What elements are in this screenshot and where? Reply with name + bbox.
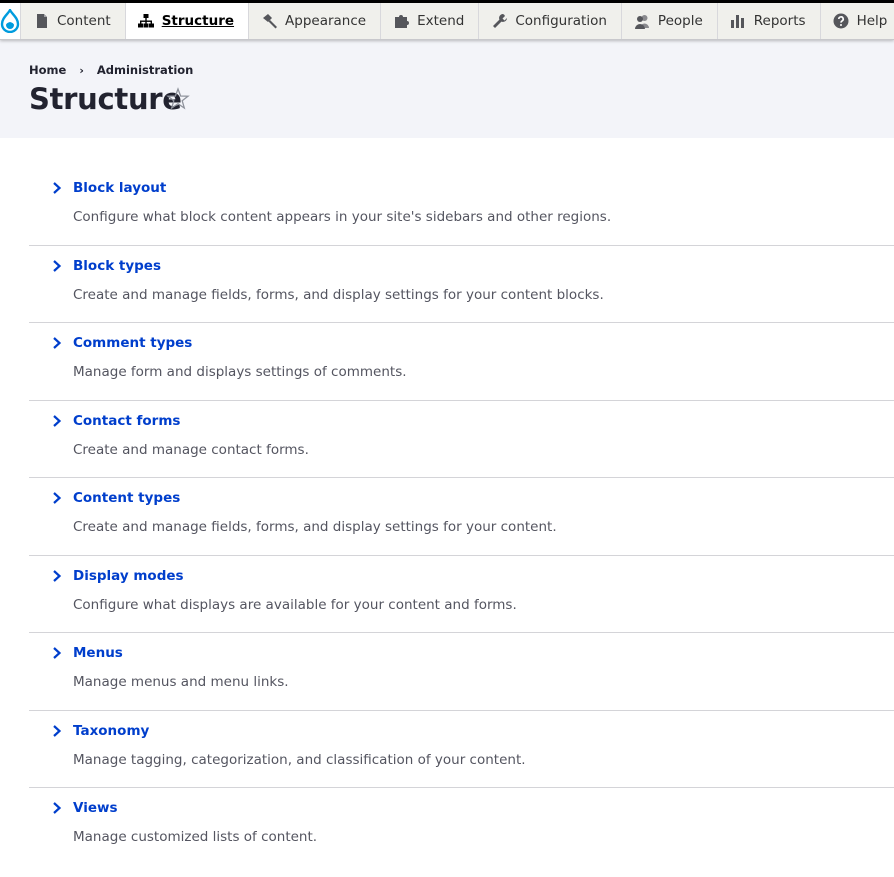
- chevron-right-icon: [53, 182, 62, 194]
- tab-appearance[interactable]: Appearance: [249, 3, 382, 39]
- tab-configuration[interactable]: Configuration: [479, 3, 622, 39]
- tab-content[interactable]: Content: [21, 3, 126, 39]
- list-item: Taxonomy Manage tagging, categorization,…: [29, 711, 894, 788]
- list-item-description: Create and manage fields, forms, and dis…: [73, 519, 557, 535]
- admin-list: Block layout Configure what block conten…: [29, 168, 894, 865]
- tab-reports[interactable]: Reports: [717, 3, 821, 39]
- chevron-right-icon: [53, 724, 62, 737]
- taxonomy-link[interactable]: Taxonomy: [73, 723, 149, 739]
- people-icon: [634, 13, 651, 30]
- list-item: Content types Create and manage fields, …: [29, 478, 894, 556]
- page-title: Structure: [29, 82, 182, 116]
- chevron-right-icon: [53, 337, 62, 349]
- breadcrumb-separator-icon: ›: [79, 63, 84, 77]
- chevron-right-icon: [53, 647, 62, 659]
- tab-appearance-label: Appearance: [285, 13, 367, 29]
- bar-chart-icon: [730, 13, 747, 30]
- chevron-right-icon: [53, 259, 62, 272]
- contact-forms-link[interactable]: Contact forms: [73, 413, 180, 429]
- tab-extend[interactable]: Extend: [381, 3, 480, 39]
- comment-types-link[interactable]: Comment types: [73, 335, 192, 351]
- list-item-description: Manage form and displays settings of com…: [73, 364, 407, 380]
- content-types-link[interactable]: Content types: [73, 490, 180, 506]
- tab-structure-label: Structure: [161, 13, 235, 29]
- breadcrumb-home-link[interactable]: Home: [29, 63, 66, 77]
- page-header: Home › Administration Structure: [0, 40, 894, 138]
- shortcut-star-icon[interactable]: [166, 87, 190, 111]
- block-layout-link[interactable]: Block layout: [73, 180, 166, 196]
- chevron-right-icon: [53, 492, 62, 504]
- sitemap-icon: [138, 13, 155, 30]
- block-types-link[interactable]: Block types: [73, 258, 161, 274]
- file-icon: [33, 13, 50, 30]
- help-icon: [833, 13, 850, 30]
- menus-link[interactable]: Menus: [73, 645, 123, 661]
- list-item-description: Manage customized lists of content.: [73, 829, 318, 845]
- list-item-description: Create and manage fields, forms, and dis…: [73, 286, 604, 303]
- list-item-description: Create and manage contact forms.: [73, 441, 309, 458]
- chevron-right-icon: [53, 569, 62, 582]
- list-item-description: Manage tagging, categorization, and clas…: [73, 751, 526, 768]
- list-item-description: Manage menus and menu links.: [73, 674, 289, 690]
- tab-configuration-label: Configuration: [515, 13, 607, 29]
- tab-help-label: Help: [856, 13, 888, 29]
- home-logo-button[interactable]: [0, 3, 21, 39]
- chevron-right-icon: [53, 802, 62, 814]
- views-link[interactable]: Views: [73, 800, 118, 816]
- list-item-description: Configure what displays are available fo…: [73, 596, 517, 613]
- tab-reports-label: Reports: [753, 13, 806, 29]
- list-item: Views Manage customized lists of content…: [29, 788, 894, 865]
- breadcrumb-administration-link[interactable]: Administration: [97, 63, 194, 77]
- tab-structure[interactable]: Structure: [125, 3, 250, 39]
- list-item: Menus Manage menus and menu links.: [29, 633, 894, 711]
- tab-help[interactable]: Help: [820, 3, 894, 39]
- paintbrush-icon: [261, 13, 278, 30]
- chevron-right-icon: [53, 414, 62, 427]
- list-item: Block types Create and manage fields, fo…: [29, 246, 894, 323]
- tab-people-label: People: [657, 13, 703, 29]
- tab-content-label: Content: [57, 13, 111, 29]
- list-item: Block layout Configure what block conten…: [29, 168, 894, 246]
- display-modes-link[interactable]: Display modes: [73, 568, 184, 584]
- breadcrumb: Home › Administration: [29, 63, 193, 77]
- drupal-drop-icon: [0, 9, 20, 33]
- list-item: Comment types Manage form and displays s…: [29, 323, 894, 401]
- tab-people[interactable]: People: [621, 3, 718, 39]
- list-item: Contact forms Create and manage contact …: [29, 401, 894, 478]
- wrench-icon: [491, 13, 508, 30]
- admin-toolbar: Content Structure Appearance Extend Conf…: [0, 3, 894, 40]
- list-item: Display modes Configure what displays ar…: [29, 556, 894, 633]
- list-item-description: Configure what block content appears in …: [73, 209, 612, 225]
- tab-extend-label: Extend: [417, 13, 465, 29]
- puzzle-icon: [393, 13, 410, 30]
